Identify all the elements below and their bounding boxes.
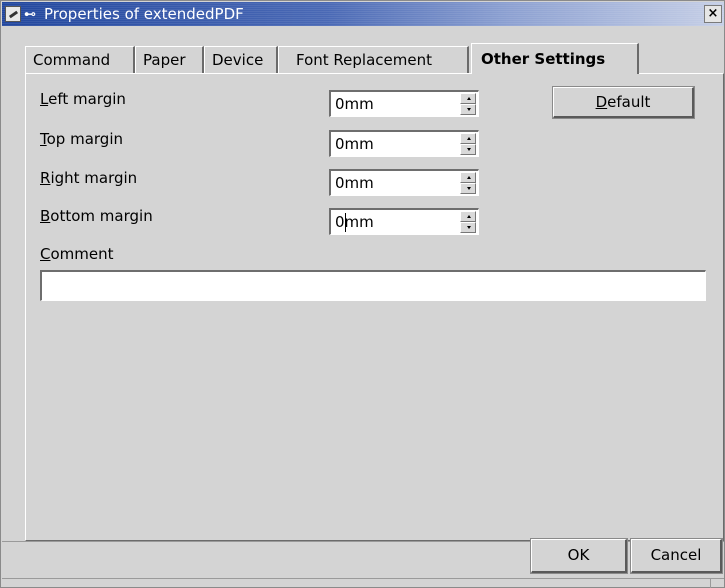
properties-dialog: ⊷ Properties of extendedPDF × Command Pa… <box>0 0 725 588</box>
left-margin-label: Left margin <box>40 90 126 108</box>
right-margin-spin-buttons <box>460 172 476 194</box>
tab-device[interactable]: Device <box>204 46 278 73</box>
bottom-margin-spinbox[interactable]: 0mm <box>329 208 479 235</box>
top-margin-decrement-button[interactable] <box>460 144 476 155</box>
right-margin-decrement-button[interactable] <box>460 183 476 194</box>
bottom-margin-increment-button[interactable] <box>460 211 476 222</box>
right-margin-value[interactable]: 0mm <box>335 174 374 193</box>
window-title: Properties of extendedPDF <box>44 5 244 23</box>
left-margin-spin-buttons <box>460 93 476 115</box>
comment-input[interactable] <box>40 270 706 301</box>
top-margin-spinbox[interactable]: 0mm <box>329 130 479 157</box>
right-margin-spinbox[interactable]: 0mm <box>329 169 479 196</box>
resize-grip[interactable] <box>710 579 720 588</box>
bottom-margin-spin-buttons <box>460 211 476 233</box>
top-margin-label: Top margin <box>40 130 123 148</box>
ok-button[interactable]: OK <box>530 538 628 574</box>
tab-font-replacement[interactable]: Font Replacement <box>278 46 469 73</box>
comment-label: Comment <box>40 245 114 263</box>
cancel-button[interactable]: Cancel <box>630 538 723 574</box>
close-button[interactable]: × <box>704 5 722 23</box>
top-margin-spin-buttons <box>460 133 476 155</box>
bottom-margin-value[interactable]: 0mm <box>335 213 374 232</box>
tab-paper[interactable]: Paper <box>135 46 204 73</box>
right-margin-label: Right margin <box>40 169 138 187</box>
right-margin-increment-button[interactable] <box>460 172 476 183</box>
pin-icon[interactable]: ⊷ <box>24 7 42 21</box>
printer-app-icon[interactable] <box>5 6 21 22</box>
default-button[interactable]: Default <box>552 86 695 119</box>
tab-other-settings[interactable]: Other Settings <box>471 43 639 74</box>
left-margin-increment-button[interactable] <box>460 93 476 104</box>
tab-command[interactable]: Command <box>25 46 135 73</box>
left-margin-spinbox[interactable]: 0mm <box>329 90 479 117</box>
top-margin-value[interactable]: 0mm <box>335 135 374 154</box>
bottom-margin-label: Bottom margin <box>40 207 153 225</box>
title-bar[interactable]: ⊷ Properties of extendedPDF × <box>2 2 724 26</box>
left-margin-value[interactable]: 0mm <box>335 95 374 114</box>
text-cursor <box>345 213 346 232</box>
status-bar <box>2 578 724 588</box>
left-margin-decrement-button[interactable] <box>460 104 476 115</box>
bottom-margin-decrement-button[interactable] <box>460 222 476 233</box>
top-margin-increment-button[interactable] <box>460 133 476 144</box>
